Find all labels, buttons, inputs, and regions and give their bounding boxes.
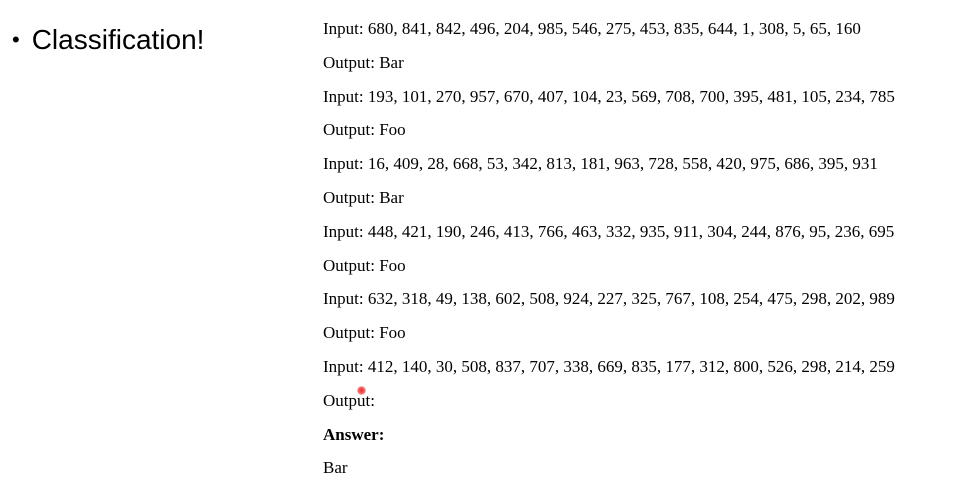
output-value: Foo <box>379 120 406 140</box>
output-label: Output: <box>323 52 375 72</box>
output-label: Output: <box>323 255 375 275</box>
input-values: 632, 318, 49, 138, 602, 508, 924, 227, 3… <box>367 289 895 309</box>
example-input-line: Input: 448, 421, 190, 246, 413, 766, 463… <box>323 221 973 255</box>
example-input-line: Input: 193, 101, 270, 957, 670, 407, 104… <box>323 86 973 120</box>
query-input-line: Input: 412, 140, 30, 508, 837, 707, 338,… <box>323 356 973 390</box>
output-value: Bar <box>379 187 404 207</box>
output-label: Output: <box>323 120 375 140</box>
input-values: 680, 841, 842, 496, 204, 985, 546, 275, … <box>367 19 861 38</box>
input-label: Input: <box>323 154 364 174</box>
output-value: Foo <box>379 323 406 343</box>
example-output-line: Output: Foo <box>323 119 973 153</box>
input-label: Input: <box>323 356 364 376</box>
output-label: Output: <box>323 187 375 207</box>
input-values: 448, 421, 190, 246, 413, 766, 463, 332, … <box>367 221 895 241</box>
output-value: Foo <box>379 255 406 275</box>
input-values: 193, 101, 270, 957, 670, 407, 104, 23, 5… <box>367 86 895 106</box>
example-input-line: Input: 16, 409, 28, 668, 53, 342, 813, 1… <box>323 153 973 187</box>
slide: • Classification! Input: 680, 841, 842, … <box>0 0 979 488</box>
bullet-point: • Classification! <box>12 24 204 56</box>
bullet-title: Classification! <box>31 24 205 55</box>
example-output-line: Output: Bar <box>323 52 973 86</box>
answer-heading-line: Answer: <box>323 424 973 458</box>
example-input-line: Input: 632, 318, 49, 138, 602, 508, 924,… <box>323 288 973 322</box>
pointer-highlight-icon <box>357 386 366 395</box>
input-label: Input: <box>323 19 364 38</box>
answer-value-line: Bar <box>323 457 973 491</box>
input-label: Input: <box>323 86 364 106</box>
answer-label: Answer: <box>323 424 385 444</box>
example-output-line: Output: Bar <box>323 187 973 221</box>
input-label: Input: <box>323 289 364 309</box>
example-input-line: Input: 680, 841, 842, 496, 204, 985, 546… <box>323 18 973 52</box>
example-output-line: Output: Foo <box>323 255 973 289</box>
input-values: 16, 409, 28, 668, 53, 342, 813, 181, 963… <box>367 154 878 174</box>
bullet-dot-icon: • <box>12 27 20 52</box>
example-output-line: Output: Foo <box>323 322 973 356</box>
output-label: Output: <box>323 323 375 343</box>
answer-value: Bar <box>323 458 348 478</box>
output-label: Output: <box>323 390 375 410</box>
input-label: Input: <box>323 221 364 241</box>
query-output-line: Output: <box>323 390 973 424</box>
output-value: Bar <box>379 52 404 72</box>
input-values: 412, 140, 30, 508, 837, 707, 338, 669, 8… <box>367 356 895 376</box>
prompt-examples: Input: 680, 841, 842, 496, 204, 985, 546… <box>323 18 973 491</box>
